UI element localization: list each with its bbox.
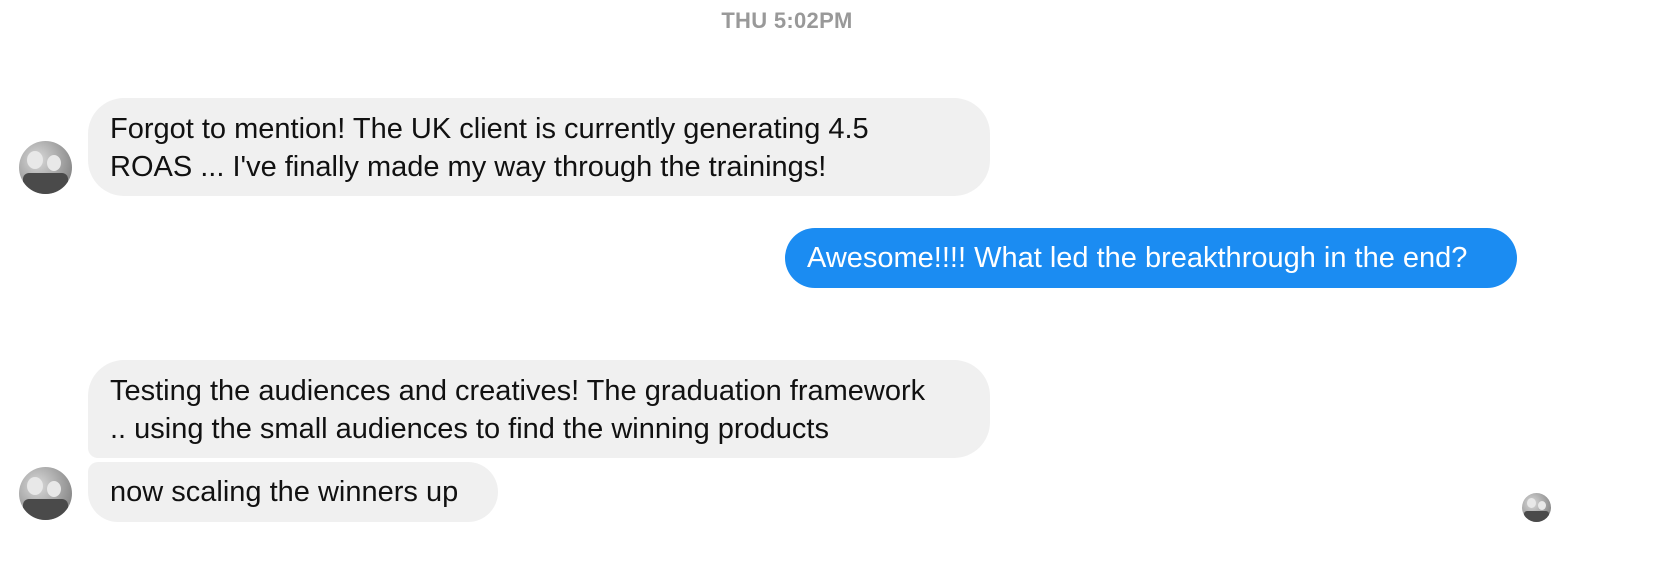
message-timestamp: THU 5:02PM <box>721 8 853 33</box>
sender-avatar-icon[interactable] <box>19 141 72 194</box>
sender-avatar-icon[interactable] <box>19 467 72 520</box>
message-bubble-incoming[interactable]: Forgot to mention! The UK client is curr… <box>88 98 990 196</box>
message-text-line: Testing the audiences and creatives! The… <box>110 375 926 407</box>
message-text-line: Awesome!!!! What led the breakthrough in… <box>807 242 1468 274</box>
message-bubble-incoming[interactable]: now scaling the winners up <box>88 462 498 522</box>
read-receipt-icon <box>1522 493 1551 522</box>
chat-thread: THU 5:02PM Forgot to mention! The UK cli… <box>0 0 1666 562</box>
message-text-line: ROAS ... I've finally made my way throug… <box>110 151 827 183</box>
message-text-line: Forgot to mention! The UK client is curr… <box>110 113 869 145</box>
message-bubble-outgoing[interactable]: Awesome!!!! What led the breakthrough in… <box>785 228 1517 288</box>
message-bubble-incoming[interactable]: Testing the audiences and creatives! The… <box>88 360 990 458</box>
message-text-line: .. using the small audiences to find the… <box>110 413 829 445</box>
message-text-line: now scaling the winners up <box>110 476 459 508</box>
